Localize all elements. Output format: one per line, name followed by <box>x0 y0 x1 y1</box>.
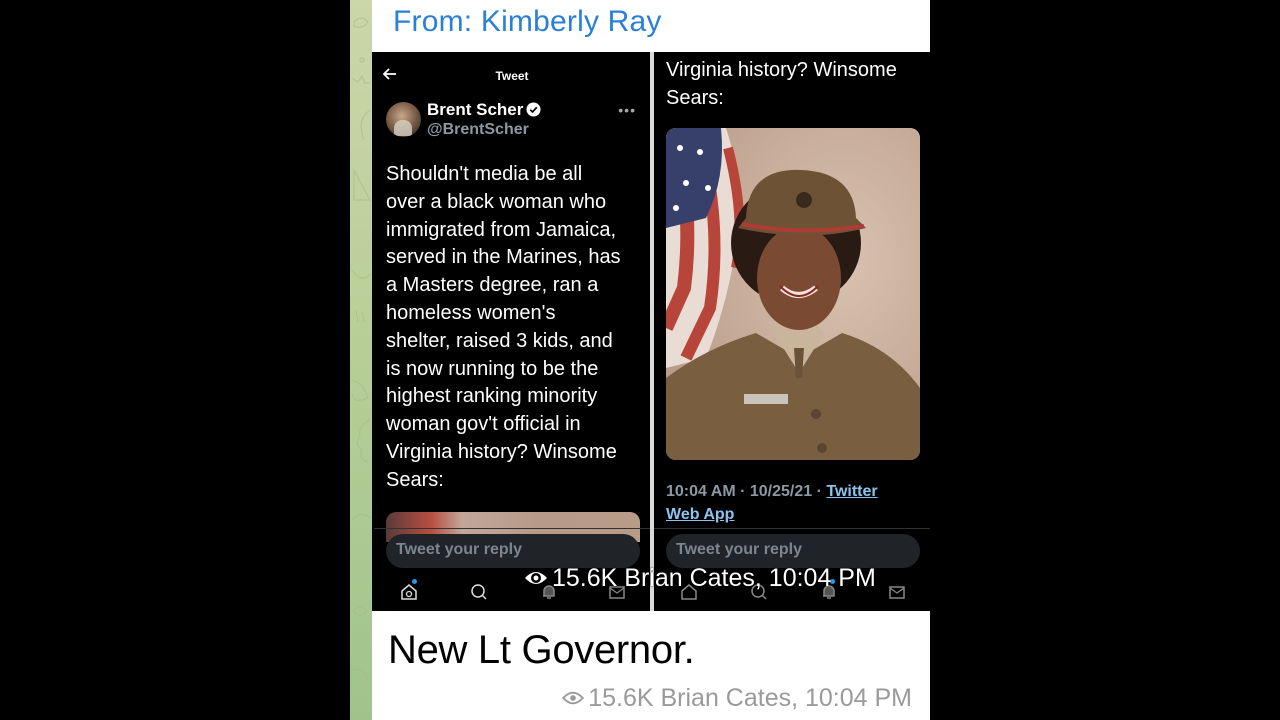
video-overlay-caption: 15.6K Brian Cates, 10:04 PM <box>524 564 876 593</box>
tweet-source-link-text: Twitter <box>826 483 878 500</box>
portrait-photo <box>666 128 920 460</box>
tweet-photo[interactable] <box>666 128 920 460</box>
tweet-author: Brent Scher @BrentScher ••• <box>386 100 648 142</box>
avatar[interactable] <box>386 102 421 137</box>
author-name-row[interactable]: Brent Scher <box>427 100 541 120</box>
tweet-screenshot-right: Virginia history? Winsome Sears: 10:04 A… <box>654 52 930 611</box>
message-meta-text: 15.6K Brian Cates, 10:04 PM <box>588 684 912 712</box>
tweet-text-line: woman gov't official in <box>386 413 581 436</box>
tweet-text: Virginia history? Winsome Sears: <box>666 57 897 113</box>
verified-badge-icon <box>526 102 541 117</box>
tweet-screenshot-left: Tweet Brent Scher @BrentScher ••• Should… <box>374 52 650 611</box>
chat-wallpaper <box>350 0 372 720</box>
tweet-reply-input[interactable]: Tweet your reply <box>386 534 640 568</box>
tweet-text-line: is now running to be the <box>386 357 599 380</box>
ellipsis-icon[interactable]: ••• <box>618 102 636 118</box>
tweet-text-line: shelter, raised 3 kids, and <box>386 329 613 352</box>
tweet-text-line: Sears: <box>386 468 444 491</box>
tweet-reply-input[interactable]: Tweet your reply <box>666 534 920 568</box>
tweet-header-title: Tweet <box>495 69 529 83</box>
attached-screenshot[interactable]: Tweet Brent Scher @BrentScher ••• Should… <box>372 52 930 611</box>
message-bubble: From: Kimberly Ray Tweet Brent Scher @Br… <box>372 0 930 720</box>
tweet-text-line: Virginia history? Winsome <box>666 59 897 81</box>
tweet-text-line: Shouldn't media be all <box>386 163 583 185</box>
tweet-text-line: served in the Marines, has <box>386 246 621 269</box>
author-handle[interactable]: @BrentScher <box>427 121 529 139</box>
overlay-caption-text: 15.6K Brian Cates, 10:04 PM <box>552 564 876 592</box>
tweet-timestamp: 10:04 AM · 10/25/21 · Twitter Web App <box>666 481 926 526</box>
tweet-text: Shouldn't media be all over a black woma… <box>386 161 646 495</box>
divider <box>654 528 930 529</box>
tweet-text-line: immigrated from Jamaica, <box>386 218 617 241</box>
tweet-text-line: Sears: <box>666 86 724 109</box>
tweet-text-line: homeless women's <box>386 301 556 324</box>
tweet-text-line: a Masters degree, ran a <box>386 274 599 297</box>
tweet-date: 10:04 AM · 10/25/21 · <box>666 483 827 500</box>
notification-dot <box>412 579 417 584</box>
home-icon[interactable] <box>399 582 419 602</box>
tweet-text-line: highest ranking minority <box>386 385 598 408</box>
eye-icon <box>525 572 547 584</box>
tweet-topbar: Tweet <box>374 64 650 88</box>
tweet-text-line: Virginia history? Winsome <box>386 440 617 463</box>
author-name: Brent Scher <box>427 100 524 119</box>
search-icon[interactable] <box>469 582 489 602</box>
message-text: New Lt Governor. <box>388 628 695 672</box>
tweet-text-line: over a black woman who <box>386 190 607 213</box>
mail-icon[interactable] <box>887 582 907 602</box>
forwarded-from-label[interactable]: From: Kimberly Ray <box>393 5 662 39</box>
tweet-source-link-text: Web App <box>666 505 735 523</box>
eye-icon <box>562 691 585 705</box>
message-meta: 15.6K Brian Cates, 10:04 PM <box>562 684 912 713</box>
divider <box>374 528 650 529</box>
